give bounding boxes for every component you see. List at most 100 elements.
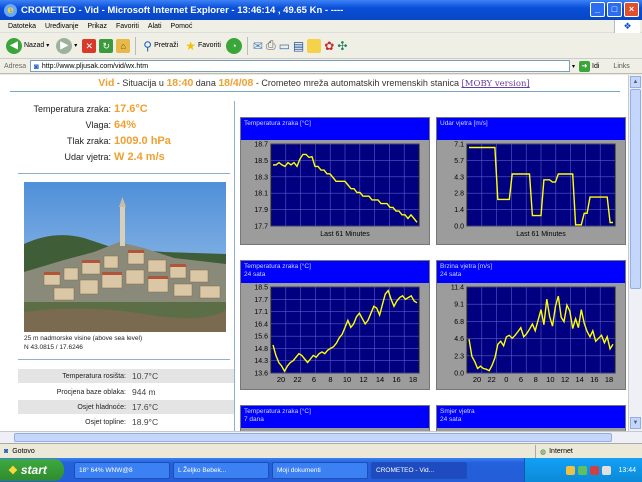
tray-icon[interactable]	[566, 465, 576, 475]
chart-wind-direction: Smjer vjetra 24 sata	[436, 405, 626, 431]
scroll-thumb[interactable]	[630, 89, 641, 289]
ie-window: e CROMETEO - Vid - Microsoft Internet Ex…	[0, 0, 642, 482]
y-tick-label: 7.1	[454, 142, 464, 149]
address-dropdown-icon[interactable]: ▾	[572, 63, 575, 70]
y-tick-label: 2.8	[454, 191, 464, 198]
print-icon[interactable]: ⎙	[266, 38, 276, 53]
folder-icon[interactable]	[307, 38, 322, 53]
photo-caption-elevation: 25 m nadmorske visine (above sea level)	[24, 335, 143, 342]
maximize-button[interactable]: □	[607, 2, 622, 17]
links-button[interactable]: Links	[613, 63, 629, 70]
taskbar: ❖ start 18° 64% WNW@8 L Željko Bebek... …	[0, 458, 642, 482]
y-tick-label: 11.4	[451, 285, 464, 292]
search-button[interactable]: ⚲ Pretraži	[141, 36, 180, 56]
current-label: Udar vjetra:	[64, 152, 111, 162]
x-tick-label: 20	[473, 375, 481, 384]
vertical-scrollbar[interactable]: ▲ ▼	[628, 75, 642, 431]
y-tick-label: 18.5	[254, 158, 268, 165]
tray-icon[interactable]	[578, 465, 588, 475]
taskbar-item-label: L Željko Bebek...	[178, 466, 227, 474]
menu-tools[interactable]: Alati	[148, 23, 162, 30]
page-content: Vid - Situacija u 18:40 dana 18/4/08 - C…	[0, 75, 628, 431]
taskbar-item[interactable]: Moji dokumenti	[272, 461, 368, 479]
moby-version-link[interactable]: [MOBY version]	[461, 79, 529, 89]
x-tick-label: 6	[312, 375, 316, 384]
x-tick-label: 12	[359, 375, 367, 384]
x-tick-label: 22	[293, 375, 301, 384]
header-text: - Crometeo mreža automatskih vremenskih …	[253, 78, 462, 88]
chart-title: Smjer vjetra	[440, 408, 475, 415]
go-button[interactable]: ➜ Idi	[579, 60, 600, 72]
page-header: Vid - Situacija u 18:40 dana 18/4/08 - C…	[0, 77, 628, 89]
messenger-icon[interactable]: ✿	[324, 39, 334, 53]
y-tick-label: 17.1	[254, 309, 268, 316]
favorites-button[interactable]: ★ Favoriti	[183, 36, 223, 56]
horizontal-scrollbar[interactable]	[0, 431, 642, 443]
x-tick-label: 8	[328, 375, 332, 384]
x-tick-label: 10	[343, 375, 351, 384]
chart-title: Temperatura zraka [°C]	[244, 120, 311, 127]
station-name: Vid	[98, 77, 115, 89]
start-button[interactable]: ❖ start	[0, 459, 64, 481]
chart-subtitle: 24 sata	[244, 271, 266, 278]
address-url: http://www.pljusak.com/vid/wx.htm	[41, 62, 149, 70]
menu-favorites[interactable]: Favoriti	[116, 23, 139, 30]
security-zone: ◍ Internet	[535, 445, 573, 458]
taskbar-item[interactable]: L Željko Bebek...	[173, 461, 269, 479]
history-icon[interactable]: ◔	[225, 37, 242, 54]
home-icon[interactable]: ⌂	[116, 38, 131, 53]
chart-temp-61min: Temperatura zraka [°C] 18.7 18.5 18.3 18.1 1…	[240, 117, 430, 245]
minimize-button[interactable]: _	[590, 2, 605, 17]
back-button[interactable]: ◀ Nazad ▾	[4, 36, 51, 56]
scroll-up-icon[interactable]: ▲	[630, 76, 641, 88]
chart-title: Temperatura zraka [°C]	[244, 408, 311, 415]
y-tick-label: 9.1	[454, 302, 464, 309]
y-tick-label: 4.6	[454, 336, 464, 343]
y-tick-label: 17.7	[254, 297, 268, 304]
y-tick-label: 17.9	[254, 207, 268, 214]
chart-caption: Brzina vjetra [m/s] 24 sata	[437, 261, 625, 283]
search-label: Pretraži	[154, 42, 179, 49]
current-row: Tlak zraka: 1009.0 hPa	[18, 133, 236, 149]
y-tick-label: 18.3	[254, 174, 268, 181]
stop-icon[interactable]: ✕	[82, 38, 97, 53]
menu-file[interactable]: Datoteka	[8, 23, 36, 30]
menu-edit[interactable]: Uređivanje	[45, 23, 78, 30]
header-text: dana	[193, 78, 219, 88]
tools-icon[interactable]: ✣	[337, 39, 347, 53]
taskbar-item-active[interactable]: CROMETEO - Vid...	[371, 461, 467, 479]
chart-caption: Temperatura zraka [°C] 24 sata	[241, 261, 429, 283]
x-tick-label: 12	[561, 375, 569, 384]
scroll-down-icon[interactable]: ▼	[630, 417, 641, 429]
forward-arrow-icon: ▶	[56, 37, 73, 54]
refresh-icon[interactable]: ↻	[99, 38, 114, 53]
taskbar-item-label: Moji dokumenti	[277, 466, 321, 474]
title-bar[interactable]: e CROMETEO - Vid - Microsoft Internet Ex…	[0, 0, 642, 20]
close-button[interactable]: ×	[624, 2, 639, 17]
forward-button[interactable]: ▶ ▾	[54, 36, 79, 56]
tray-icon[interactable]	[602, 465, 612, 475]
chart-subtitle: 24 sata	[440, 416, 462, 423]
address-input[interactable]: ◙ http://www.pljusak.com/vid/wx.htm	[30, 60, 570, 72]
toolbar-separator	[246, 36, 248, 55]
menu-help[interactable]: Pomoć	[171, 23, 193, 30]
h-scroll-thumb[interactable]	[14, 433, 612, 442]
menu-view[interactable]: Prikaz	[88, 23, 107, 30]
y-tick-label: 18.7	[254, 142, 268, 149]
divider	[18, 359, 230, 360]
discuss-icon[interactable]: ▤	[293, 39, 304, 53]
taskbar-item-label: CROMETEO - Vid...	[376, 466, 435, 474]
photo-caption: 25 m nadmorske visine (above sea level) …	[24, 334, 234, 352]
tray-icon[interactable]	[590, 465, 600, 475]
y-tick-label: 2.3	[454, 353, 464, 360]
windows-flag-icon: ❖	[614, 20, 640, 33]
current-label: Vlaga:	[85, 120, 111, 130]
edit-icon[interactable]: ▭	[279, 39, 290, 53]
taskbar-item[interactable]: 18° 64% WNW@8	[74, 461, 170, 479]
go-label: Idi	[592, 62, 600, 70]
y-tick-label: 18.1	[254, 191, 268, 198]
mail-icon[interactable]: ✉	[253, 39, 263, 53]
x-tick-label: 10	[546, 375, 554, 384]
current-label: Temperatura zraka:	[33, 104, 111, 114]
derived-label: Procjena baze oblaka:	[56, 388, 126, 396]
